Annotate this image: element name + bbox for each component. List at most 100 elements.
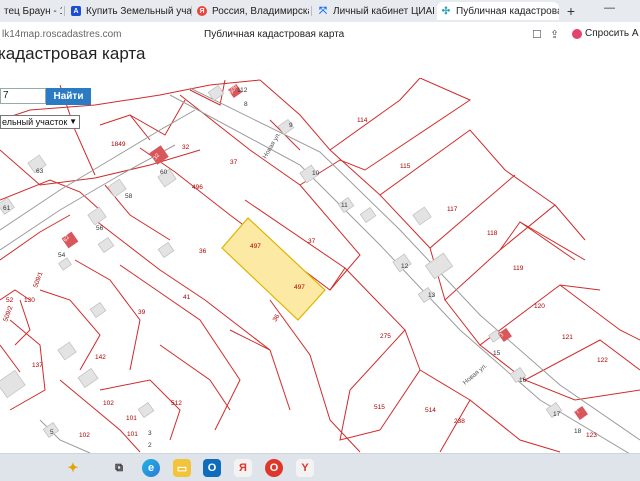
new-tab-button[interactable]: + <box>563 3 579 19</box>
map-label: 509/2 <box>2 305 14 323</box>
map-label: 115 <box>400 163 411 170</box>
tab-2-label: Купить Земельный участ <box>86 5 191 17</box>
copilot-icon[interactable]: ✦ <box>64 459 82 477</box>
map-label: 52 <box>6 297 14 304</box>
map-label: 102 <box>79 432 90 439</box>
ask-ai-label: Спросить А <box>585 28 639 39</box>
chevron-down-icon: ▼ <box>69 117 77 126</box>
map-label: 9 <box>289 122 293 129</box>
map-label: Новая ул. <box>262 131 283 160</box>
tab-4-label: Личный кабинет ЦИАН <box>333 5 434 17</box>
tab-2[interactable]: A Купить Земельный участ <box>67 2 191 20</box>
map-label: 16 <box>519 377 527 384</box>
map-label: 61 <box>3 205 11 212</box>
map-label: 120 <box>534 303 545 310</box>
map-label: 63 <box>36 168 44 175</box>
opera-icon[interactable]: O <box>265 459 283 477</box>
map-label: 2 <box>148 442 152 449</box>
taskbar: ✦ ⧉ e ▭ O Я O Y <box>0 453 640 481</box>
map-label: 497 <box>294 284 305 291</box>
map-markers <box>61 84 588 420</box>
map-label: 10 <box>312 170 320 177</box>
tab-separator <box>191 6 192 16</box>
map-label: 119 <box>513 265 524 272</box>
map-label: 60 <box>160 169 168 176</box>
map-label: 101 <box>127 431 138 438</box>
map-label: 142 <box>95 354 106 361</box>
page-header: кадастровая карта <box>0 44 640 78</box>
cadastral-map[interactable]: 112 8 9 114 1849 32 60 37 Новая ул. 496 10 115 63 58 1… <box>0 78 640 453</box>
map-label: 17 <box>553 411 561 418</box>
map-label: 238 <box>454 418 465 425</box>
find-button[interactable]: Найти <box>46 88 91 105</box>
page-heading: кадастровая карта <box>0 44 146 63</box>
task-view-icon[interactable]: ⧉ <box>110 459 128 477</box>
map-label: 41 <box>183 294 191 301</box>
map-label: 509/1 <box>32 271 44 289</box>
tab-separator <box>64 6 65 16</box>
map-label: 58 <box>125 193 133 200</box>
map-label: 37 <box>230 159 238 166</box>
map-label: 117 <box>447 206 458 213</box>
tab-3[interactable]: Я Россия, Владимирская о <box>193 2 309 20</box>
page-title-text: Публичная кадастровая карта <box>204 29 345 40</box>
url-text[interactable]: lk14map.roscadastres.com <box>2 29 122 40</box>
map-label: 497 <box>250 243 261 250</box>
map-label: 130 <box>24 297 35 304</box>
map-label: 8 <box>244 101 248 108</box>
map-label: 512 <box>171 400 182 407</box>
tab-5-label: Публичная кадастрова <box>456 5 559 17</box>
map-label: 514 <box>425 407 436 414</box>
explorer-icon[interactable]: ▭ <box>173 459 191 477</box>
ask-ai-button[interactable]: Спросить А <box>572 28 639 39</box>
search-input[interactable]: 7 <box>0 88 46 104</box>
bookmark-icon[interactable]: ☐ <box>532 28 542 41</box>
map-label: 12 <box>401 263 409 270</box>
tab-5-active[interactable]: ✣ Публичная кадастрова ✕ <box>437 2 559 20</box>
object-type-select[interactable]: ельный участок ▼ <box>0 115 80 129</box>
map-label: 101 <box>126 415 137 422</box>
edge-icon[interactable]: e <box>142 459 160 477</box>
map-label: Новая ул. <box>462 362 489 386</box>
map-label: 123 <box>586 432 597 439</box>
map-label: 39 <box>138 309 146 316</box>
avito-icon: A <box>71 6 81 16</box>
tab-1-label: тец Браун - 10 с <box>4 5 62 17</box>
map-label: 5 <box>50 429 54 436</box>
yandex-browser-icon[interactable]: Я <box>234 459 252 477</box>
map-label: 15 <box>493 350 501 357</box>
map-label: 118 <box>487 230 498 237</box>
map-canvas[interactable]: 112891141849 326037Новая ул.4961011563581… <box>0 78 640 453</box>
map-label: 496 <box>192 184 203 191</box>
map-label: 36 <box>199 248 207 255</box>
map-label: 56 <box>96 225 104 232</box>
map-label: 102 <box>103 400 114 407</box>
map-label: 18 <box>574 428 582 435</box>
yandex-icon[interactable]: Y <box>296 459 314 477</box>
map-label: 37 <box>308 238 316 245</box>
outlook-icon[interactable]: O <box>203 459 221 477</box>
map-label: 122 <box>597 357 608 364</box>
map-icon: ✣ <box>441 5 451 17</box>
map-label: 1849 <box>111 141 126 148</box>
tab-3-label: Россия, Владимирская о <box>212 5 309 17</box>
cian-icon: ⤧ <box>319 5 327 17</box>
minimize-icon[interactable]: — <box>604 2 615 14</box>
tab-1[interactable]: тец Браун - 10 с <box>0 2 62 20</box>
map-label: 11 <box>341 202 348 209</box>
tab-bar: тец Браун - 10 с A Купить Земельный учас… <box>0 0 640 22</box>
map-label: 275 <box>380 333 391 340</box>
tab-4[interactable]: ⤧ Личный кабинет ЦИАН <box>314 2 434 20</box>
map-label: 137 <box>32 362 43 369</box>
map-label: 515 <box>374 404 385 411</box>
alice-icon <box>572 28 582 39</box>
tab-separator <box>311 6 312 16</box>
map-label: 13 <box>428 292 436 299</box>
map-label: 112 <box>237 87 248 94</box>
share-icon[interactable]: ⇪ <box>550 28 559 41</box>
object-type-value: ельный участок <box>2 117 68 127</box>
map-label: 32 <box>182 144 190 151</box>
map-label: 114 <box>357 117 368 124</box>
yandex-icon: Я <box>197 6 207 16</box>
map-label: 3 <box>148 430 152 437</box>
